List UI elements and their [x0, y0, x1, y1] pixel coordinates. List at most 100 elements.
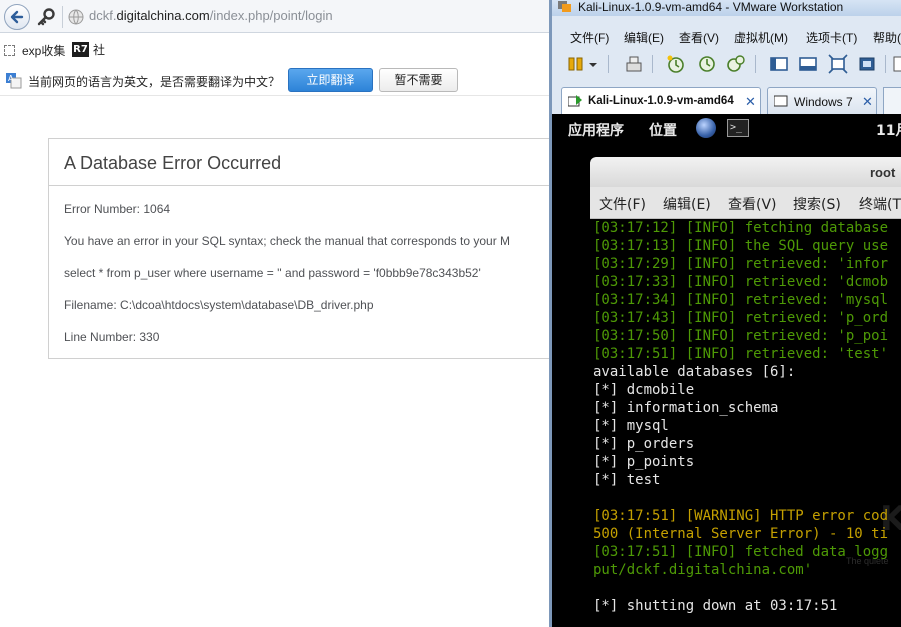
error-filename: Filename: C:\dcoa\htdocs\system\database…	[64, 298, 374, 312]
r7-logo-icon: R7	[72, 42, 89, 57]
terminal-line: put/dckf.digitalchina.com'	[593, 562, 813, 578]
terminal-line: [03:17:13] [INFO] the SQL query use	[593, 238, 889, 254]
guest-screen[interactable]: 应用程序 位置 >_ 11月 root 文件(F) 编辑(E) 查看(V) 搜索…	[552, 114, 901, 627]
bookmarks-bar: exp收集 R7 社	[0, 34, 552, 64]
terminal-line: [03:17:29] [INFO] retrieved: 'infor	[593, 256, 889, 272]
vmware-logo-icon	[558, 1, 571, 12]
terminal-output[interactable]: K The quiete [03:17:12] [INFO] fetching …	[590, 219, 901, 627]
power-dropdown-icon[interactable]	[588, 54, 598, 74]
places-menu[interactable]: 位置	[649, 120, 677, 140]
terminal-window: root 文件(F) 编辑(E) 查看(V) 搜索(S) 终端(T K The …	[590, 157, 901, 627]
toolbar-separator	[608, 55, 609, 73]
tab-kali-label: Kali-Linux-1.0.9-vm-amd64	[588, 95, 734, 107]
tab-overflow[interactable]	[883, 87, 901, 114]
url-prefix: dckf.	[89, 8, 117, 23]
vm-running-icon	[568, 95, 582, 107]
back-arrow-icon	[10, 10, 24, 24]
term-menu-view[interactable]: 查看(V)	[728, 194, 777, 214]
thumbnail-bar-icon[interactable]	[798, 54, 818, 74]
browser-window: dckf.digitalchina.com/index.php/point/lo…	[0, 0, 552, 627]
terminal-line: [*] p_points	[593, 454, 695, 470]
url-domain: digitalchina.com	[116, 8, 210, 23]
translate-now-button[interactable]: 立即翻译	[288, 68, 373, 92]
view-icon[interactable]	[892, 54, 901, 74]
bookmark-page-icon	[4, 45, 15, 56]
terminal-line: [03:17:34] [INFO] retrieved: 'mysql	[593, 292, 889, 308]
toolbar-separator	[652, 55, 653, 73]
address-bar: dckf.digitalchina.com/index.php/point/lo…	[0, 0, 552, 33]
tab-windows7[interactable]: Windows 7 ✕	[767, 87, 877, 114]
terminal-line: [*] p_orders	[593, 436, 695, 452]
terminal-line: [*] test	[593, 472, 661, 488]
send-ctrl-alt-del-icon[interactable]	[624, 54, 644, 74]
tab-kali[interactable]: Kali-Linux-1.0.9-vm-amd64 ✕	[561, 87, 761, 114]
terminal-line: [03:17:50] [INFO] retrieved: 'p_poi	[593, 328, 889, 344]
terminal-title-bar: root	[590, 157, 901, 187]
vmware-toolbar	[552, 50, 901, 78]
globe-icon	[68, 9, 84, 25]
toolbar-separator	[755, 55, 756, 73]
unity-mode-icon[interactable]	[857, 54, 877, 74]
close-icon[interactable]: ✕	[862, 94, 873, 110]
bookmark-r7-label: 社	[93, 43, 106, 57]
term-menu-edit[interactable]: 编辑(E)	[663, 194, 711, 214]
full-screen-icon[interactable]	[828, 54, 848, 74]
database-error-box: A Database Error Occurred Error Number: …	[48, 138, 552, 359]
key-icon[interactable]	[36, 7, 56, 27]
menu-edit[interactable]: 编辑(E)	[624, 29, 664, 46]
error-number: Error Number: 1064	[64, 202, 171, 216]
terminal-line: [03:17:51] [INFO] fetched data logg	[593, 544, 889, 560]
url-field[interactable]: dckf.digitalchina.com/index.php/point/lo…	[89, 8, 333, 23]
not-now-button[interactable]: 暂不需要	[379, 68, 458, 92]
snapshot-icon[interactable]	[666, 54, 686, 74]
panel-clock[interactable]: 11月	[876, 120, 901, 140]
url-path: /index.php/point/login	[209, 8, 333, 23]
error-title: A Database Error Occurred	[64, 153, 282, 173]
toolbar-separator	[885, 55, 886, 73]
terminal-menu-bar: 文件(F) 编辑(E) 查看(V) 搜索(S) 终端(T	[590, 187, 901, 219]
term-menu-search[interactable]: 搜索(S)	[793, 194, 841, 214]
tab-windows7-label: Windows 7	[794, 95, 853, 109]
menu-vm[interactable]: 虚拟机(M)	[734, 29, 788, 46]
bookmark-exp-label: exp收集	[22, 44, 66, 58]
terminal-line: [*] dcmobile	[593, 382, 695, 398]
snapshot-manager-icon[interactable]	[726, 54, 746, 74]
gnome-top-panel: 应用程序 位置 >_ 11月	[552, 114, 901, 142]
error-line-number: Line Number: 330	[64, 330, 160, 344]
terminal-line: [*] mysql	[593, 418, 669, 434]
terminal-line: [03:17:51] [WARNING] HTTP error cod	[593, 508, 889, 524]
menu-tabs[interactable]: 选项卡(T)	[806, 29, 857, 46]
terminal-title: root	[870, 165, 896, 180]
terminal-line: [*] information_schema	[593, 400, 779, 416]
kali-logo-icon[interactable]	[696, 118, 716, 138]
error-query: select * from p_user where username = ''…	[64, 266, 481, 280]
revert-snapshot-icon[interactable]	[697, 54, 717, 74]
menu-help[interactable]: 帮助(	[873, 29, 901, 46]
terminal-line: [03:17:12] [INFO] fetching database	[593, 220, 889, 236]
terminal-line: [03:17:43] [INFO] retrieved: 'p_ord	[593, 310, 889, 326]
terminal-launcher-icon[interactable]: >_	[727, 119, 749, 137]
vmware-title: Kali-Linux-1.0.9-vm-amd64 - VMware Works…	[578, 0, 844, 14]
term-menu-file[interactable]: 文件(F)	[599, 194, 646, 214]
address-separator	[62, 6, 63, 28]
terminal-line: 500 (Internal Server Error) - 10 ti	[593, 526, 889, 542]
vmware-menu-bar: 文件(F) 编辑(E) 查看(V) 虚拟机(M) 选项卡(T) 帮助(	[552, 26, 901, 48]
terminal-line: [03:17:33] [INFO] retrieved: 'dcmob	[593, 274, 889, 290]
terminal-line: [03:17:51] [INFO] retrieved: 'test'	[593, 346, 889, 362]
term-menu-terminal[interactable]: 终端(T	[859, 194, 901, 214]
terminal-line: available databases [6]:	[593, 364, 796, 380]
close-icon[interactable]: ✕	[745, 94, 756, 110]
vm-icon	[774, 95, 788, 107]
back-button[interactable]	[4, 4, 30, 30]
bookmark-r7[interactable]: R7 社	[72, 41, 105, 58]
translate-prompt: 当前网页的语言为英文，是否需要翻译为中文？	[28, 75, 281, 89]
terminal-line: [*] shutting down at 03:17:51	[593, 598, 838, 614]
translate-icon: A	[6, 73, 22, 89]
menu-file[interactable]: 文件(F)	[570, 29, 609, 46]
power-pause-icon[interactable]	[566, 54, 586, 74]
applications-menu[interactable]: 应用程序	[568, 120, 624, 140]
bookmark-exp[interactable]: exp收集	[4, 42, 65, 59]
vmware-tab-strip: Kali-Linux-1.0.9-vm-amd64 ✕ Windows 7 ✕	[552, 84, 901, 114]
show-library-icon[interactable]	[769, 54, 789, 74]
menu-view[interactable]: 查看(V)	[679, 29, 719, 46]
